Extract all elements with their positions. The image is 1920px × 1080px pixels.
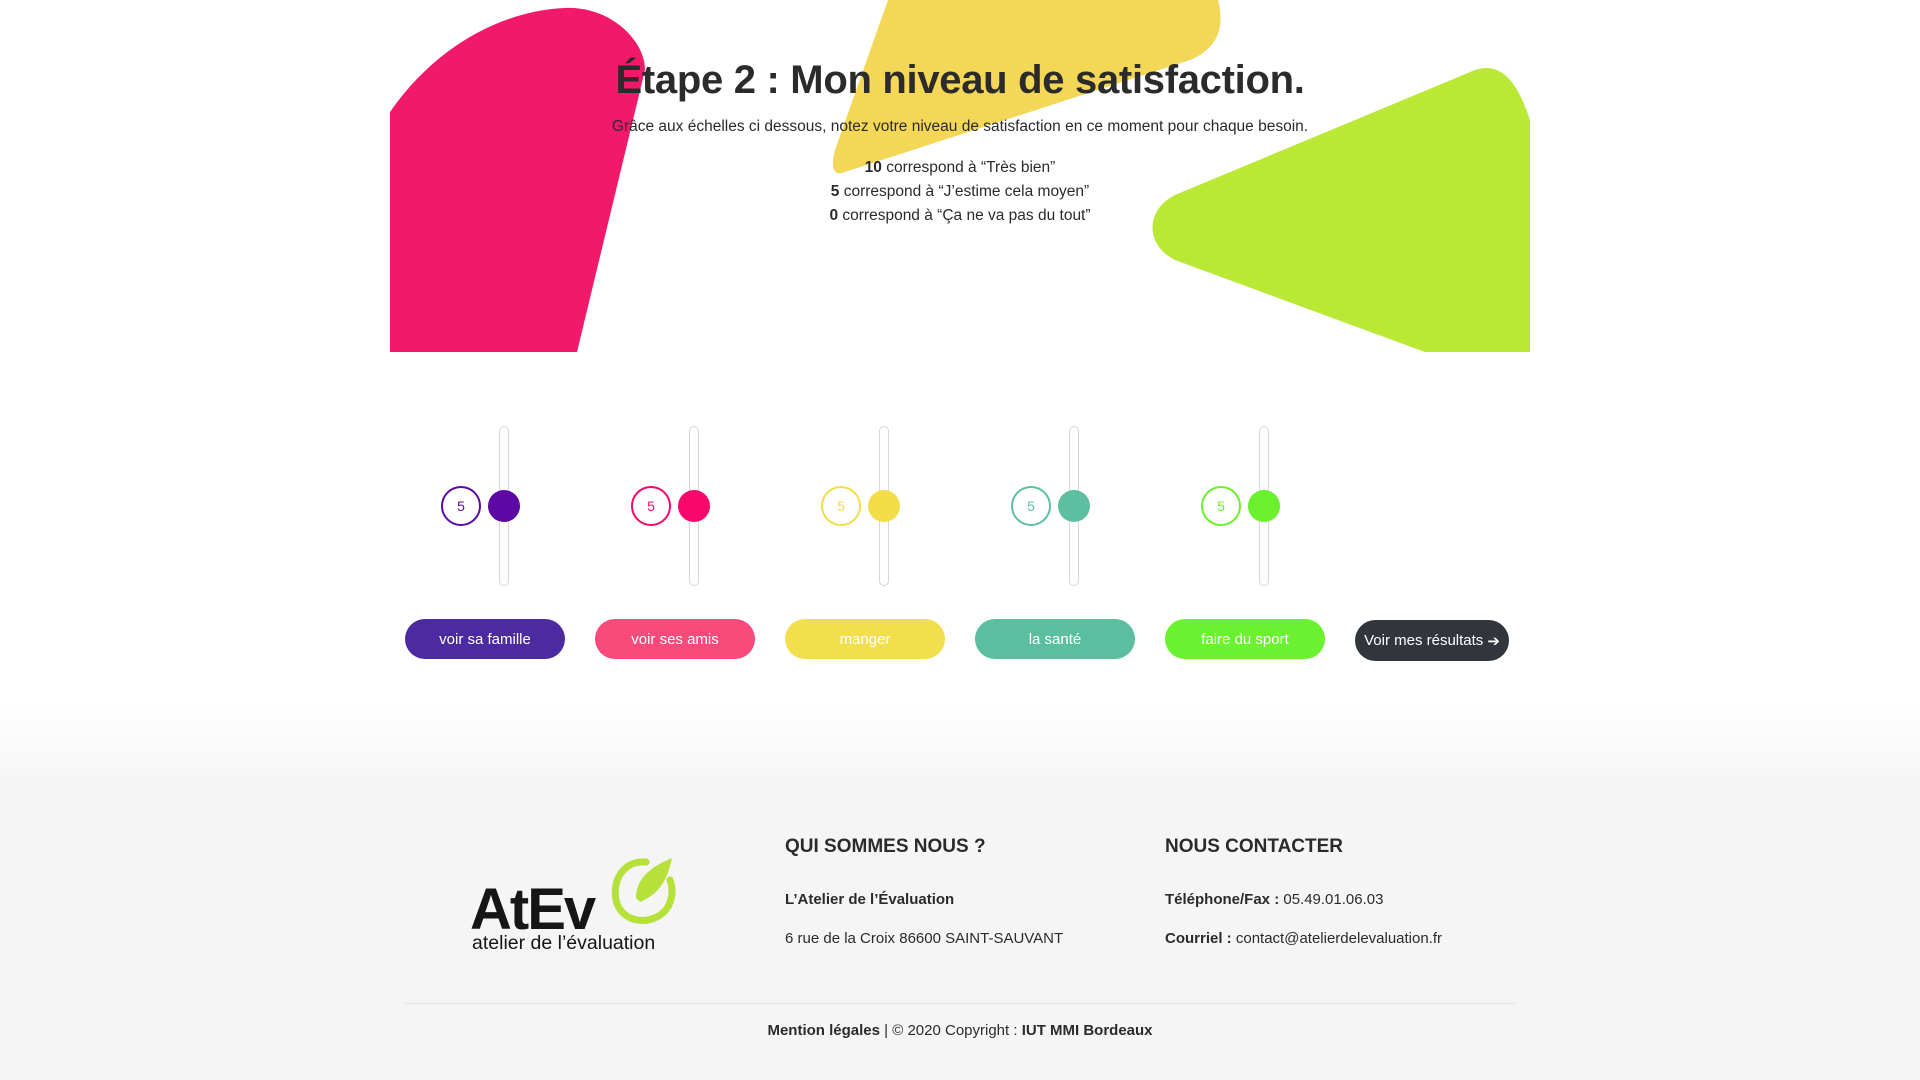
scale-line: 5 correspond à “J’estime cela moyen” (390, 180, 1530, 204)
logo-subtitle: atelier de l’évaluation (472, 932, 656, 954)
phone-number[interactable]: 05.49.01.06.03 (1279, 891, 1383, 908)
slider-thumb[interactable] (868, 490, 900, 522)
slider-health[interactable]: 5 (1010, 420, 1170, 590)
category-button-health[interactable]: la santé (975, 619, 1135, 659)
slider-value-bubble: 5 (821, 486, 861, 526)
slider-thumb[interactable] (488, 490, 520, 522)
about-heading: QUI SOMMES NOUS ? (785, 836, 986, 857)
arrow-right-icon: ➔ (1487, 632, 1500, 650)
scale-text: correspond à “Très bien” (881, 159, 1056, 176)
see-results-button[interactable]: Voir mes résultats ➔ (1355, 620, 1509, 661)
category-button-sport[interactable]: faire du sport (1165, 619, 1325, 659)
page-title: Étape 2 : Mon niveau de satisfaction. (615, 58, 1305, 102)
hero-banner: Étape 2 : Mon niveau de satisfaction. Gr… (390, 0, 1530, 352)
contact-section: NOUS CONTACTER Téléphone/Fax : 05.49.01.… (1165, 836, 1442, 969)
email-link[interactable]: contact@atelierdelevaluation.fr (1232, 930, 1442, 947)
phone-label: Téléphone/Fax : (1165, 891, 1280, 908)
slider-eat[interactable]: 5 (820, 420, 980, 590)
email-label: Courriel : (1165, 930, 1232, 947)
copyright-owner: IUT MMI Bordeaux (1021, 1022, 1153, 1039)
scale-legend: 10 correspond à “Très bien” 5 correspond… (390, 156, 1530, 228)
scale-value: 0 (829, 207, 839, 224)
scale-text: correspond à “J’estime cela moyen” (839, 183, 1090, 200)
copyright-text: | © 2020 Copyright : (880, 1022, 1022, 1039)
slider-thumb[interactable] (1058, 490, 1090, 522)
scale-line: 0 correspond à “Ça ne va pas du tout” (390, 204, 1530, 228)
scale-text: correspond à “Ça ne va pas du tout” (838, 207, 1091, 224)
category-button-eat[interactable]: manger (785, 619, 945, 659)
atev-logo: AtEv atelier de l’évaluation (470, 850, 680, 955)
category-button-friends[interactable]: voir ses amis (595, 619, 755, 659)
about-section: QUI SOMMES NOUS ? L’Atelier de l’Évaluat… (785, 836, 1063, 969)
copyright-line: Mention légales | © 2020 Copyright : IUT… (0, 1022, 1920, 1039)
category-button-family[interactable]: voir sa famille (405, 619, 565, 659)
legal-mentions-link[interactable]: Mention légales (767, 1022, 880, 1039)
slider-family[interactable]: 5 (440, 420, 600, 590)
see-results-label: Voir mes résultats (1364, 632, 1484, 649)
scale-line: 10 correspond à “Très bien” (390, 156, 1530, 180)
scale-value: 10 (864, 159, 882, 176)
logo-leaf-icon (611, 858, 676, 924)
slider-value-bubble: 5 (631, 486, 671, 526)
slider-value-bubble: 5 (441, 486, 481, 526)
slider-sport[interactable]: 5 (1200, 420, 1360, 590)
slider-thumb[interactable] (1248, 490, 1280, 522)
slider-friends[interactable]: 5 (630, 420, 790, 590)
phone-line: Téléphone/Fax : 05.49.01.06.03 (1165, 891, 1442, 908)
slider-value-bubble: 5 (1201, 486, 1241, 526)
slider-value-bubble: 5 (1011, 486, 1051, 526)
organisation-address: 6 rue de la Croix 86600 SAINT-SAUVANT (785, 930, 1064, 947)
slider-thumb[interactable] (678, 490, 710, 522)
footer-divider (405, 1003, 1515, 1004)
email-line: Courriel : contact@atelierdelevaluation.… (1165, 930, 1442, 947)
organisation-name: L’Atelier de l’Évaluation (785, 891, 955, 908)
contact-heading: NOUS CONTACTER (1165, 836, 1344, 857)
page-subtitle: Grâce aux échelles ci dessous, notez vot… (611, 118, 1309, 135)
footer-fade (0, 700, 1920, 780)
